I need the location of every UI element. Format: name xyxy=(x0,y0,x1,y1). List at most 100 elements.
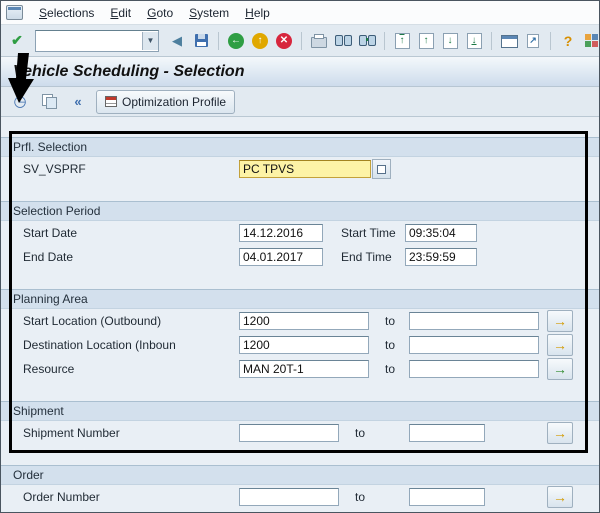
multi-select-arrow-icon: → xyxy=(553,361,567,377)
to-label: to xyxy=(355,490,379,504)
customize-button[interactable] xyxy=(581,30,600,52)
cancel-button[interactable]: ✕ xyxy=(273,30,295,52)
order-number-to-input[interactable] xyxy=(409,488,485,506)
nav-back-icon: ← xyxy=(228,33,244,49)
help-icon: ? xyxy=(564,33,573,49)
field-row-destination-location: Destination Location (Inboun to → xyxy=(1,333,599,357)
sap-window: Selections Edit Goto System Help ✔ ▼ ◀ ←… xyxy=(0,0,600,513)
field-label: Shipment Number xyxy=(23,426,239,440)
destination-location-input[interactable] xyxy=(239,336,369,354)
menu-system[interactable]: System xyxy=(181,3,237,23)
menu-edit[interactable]: Edit xyxy=(102,3,139,23)
get-variant-icon xyxy=(42,94,57,109)
execute-button[interactable]: ◷ xyxy=(9,91,31,113)
section-title: Planning Area xyxy=(1,289,599,309)
field-label: Destination Location (Inboun xyxy=(23,338,239,352)
menu-help[interactable]: Help xyxy=(237,3,278,23)
toolbar-separator xyxy=(218,32,219,50)
field-label: Start Date xyxy=(23,226,239,240)
optimization-profile-button[interactable]: Optimization Profile xyxy=(96,90,235,114)
title-bar: Vehicle Scheduling - Selection xyxy=(1,57,599,87)
page-up-icon: ↑ xyxy=(419,33,434,49)
section-title: Selection Period xyxy=(1,201,599,221)
multi-select-arrow-icon: → xyxy=(553,489,567,505)
shipment-number-input[interactable] xyxy=(239,424,339,442)
command-dropdown-button[interactable]: ▼ xyxy=(142,32,158,50)
find-button[interactable] xyxy=(332,30,354,52)
page-up-button[interactable]: ↑ xyxy=(415,30,437,52)
page-title: Vehicle Scheduling - Selection xyxy=(13,63,244,81)
exit-button[interactable]: ↑ xyxy=(249,30,271,52)
command-input[interactable] xyxy=(36,33,142,49)
standard-toolbar: ✔ ▼ ◀ ← ↑ ✕ ↑ ↑ ↓ ↓ ↗ ? xyxy=(1,25,599,57)
print-icon xyxy=(311,37,327,48)
back-icon: ◀ xyxy=(172,33,182,49)
multiple-selection-active-button[interactable]: → xyxy=(547,358,573,380)
start-location-input[interactable] xyxy=(239,312,369,330)
toolbar-separator xyxy=(550,32,551,50)
last-page-icon: ↓ xyxy=(467,33,482,49)
save-button[interactable] xyxy=(190,30,212,52)
exit-icon: ↑ xyxy=(252,33,268,49)
field-row-start-date: Start Date Start Time xyxy=(1,221,599,245)
last-page-button[interactable]: ↓ xyxy=(463,30,485,52)
section-prfl-selection: Prfl. Selection SV_VSPRF xyxy=(1,137,599,181)
menu-goto[interactable]: Goto xyxy=(139,3,181,23)
find-next-button[interactable] xyxy=(356,30,378,52)
multi-select-arrow-icon: → xyxy=(553,313,567,329)
to-label: to xyxy=(385,314,409,328)
enter-button[interactable]: ✔ xyxy=(6,30,28,52)
nav-back-button[interactable]: ← xyxy=(225,30,247,52)
multiple-selection-button[interactable]: → xyxy=(547,334,573,356)
end-date-input[interactable] xyxy=(239,248,323,266)
help-button[interactable]: ? xyxy=(557,30,579,52)
menu-bar: Selections Edit Goto System Help xyxy=(1,1,599,25)
field-label: Order Number xyxy=(23,490,239,504)
to-label: to xyxy=(385,338,409,352)
more-button[interactable]: « xyxy=(67,91,89,113)
multiple-selection-button[interactable]: → xyxy=(547,486,573,508)
section-selection-period: Selection Period Start Date Start Time E… xyxy=(1,201,599,269)
profile-input[interactable] xyxy=(239,160,371,178)
double-left-icon: « xyxy=(74,94,81,109)
start-time-input[interactable] xyxy=(405,224,477,242)
field-row-resource: Resource to → xyxy=(1,357,599,381)
print-button[interactable] xyxy=(308,30,330,52)
system-menu-icon[interactable] xyxy=(6,5,23,20)
resource-input[interactable] xyxy=(239,360,369,378)
resource-to-input[interactable] xyxy=(409,360,539,378)
cancel-icon: ✕ xyxy=(276,33,292,49)
menu-selections[interactable]: Selections xyxy=(31,3,102,23)
back-button[interactable]: ◀ xyxy=(166,30,188,52)
multiple-selection-button[interactable]: → xyxy=(547,310,573,332)
page-down-button[interactable]: ↓ xyxy=(439,30,461,52)
multiple-selection-button[interactable]: → xyxy=(547,422,573,444)
customize-icon xyxy=(585,34,599,48)
section-shipment: Shipment Shipment Number to → xyxy=(1,401,599,445)
end-time-input[interactable] xyxy=(405,248,477,266)
toolbar-separator xyxy=(491,32,492,50)
start-location-to-input[interactable] xyxy=(409,312,539,330)
page-down-icon: ↓ xyxy=(443,33,458,49)
start-date-input[interactable] xyxy=(239,224,323,242)
destination-location-to-input[interactable] xyxy=(409,336,539,354)
save-icon xyxy=(195,34,208,47)
get-variant-button[interactable] xyxy=(38,91,60,113)
application-toolbar: ◷ « Optimization Profile xyxy=(1,87,599,117)
field-row-end-date: End Date End Time xyxy=(1,245,599,269)
optimization-profile-label: Optimization Profile xyxy=(122,95,226,109)
first-page-button[interactable]: ↑ xyxy=(391,30,413,52)
find-next-icon xyxy=(359,35,376,46)
section-title: Prfl. Selection xyxy=(1,137,599,157)
multi-select-arrow-icon: → xyxy=(553,425,567,441)
matchcode-button[interactable] xyxy=(372,159,391,179)
section-title: Shipment xyxy=(1,401,599,421)
field-row-shipment-number: Shipment Number to → xyxy=(1,421,599,445)
order-number-input[interactable] xyxy=(239,488,339,506)
multi-select-arrow-icon: → xyxy=(553,337,567,353)
toolbar-separator xyxy=(301,32,302,50)
field-label: End Date xyxy=(23,250,239,264)
shipment-number-to-input[interactable] xyxy=(409,424,485,442)
create-shortcut-button[interactable]: ↗ xyxy=(522,30,544,52)
new-session-button[interactable] xyxy=(498,30,520,52)
